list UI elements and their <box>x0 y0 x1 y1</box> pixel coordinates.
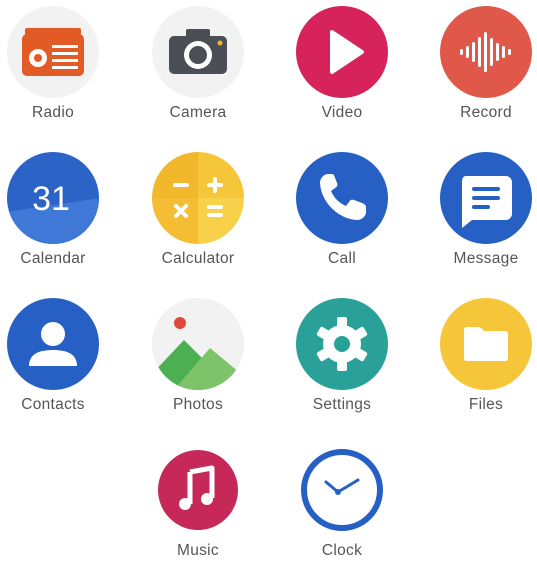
calculator-icon <box>150 150 246 246</box>
app-files[interactable]: Files <box>426 296 537 426</box>
app-label: Photos <box>172 396 224 413</box>
app-settings[interactable]: Settings <box>282 296 402 426</box>
message-icon <box>438 150 534 246</box>
app-label: Calculator <box>161 250 235 267</box>
app-radio[interactable]: Radio <box>0 4 113 134</box>
app-contacts[interactable]: Contacts <box>0 296 113 426</box>
app-video[interactable]: Video <box>282 4 402 134</box>
app-record[interactable]: Record <box>426 4 537 134</box>
app-label: Camera <box>169 104 227 121</box>
clock-icon <box>294 442 390 538</box>
app-label: Radio <box>32 104 74 121</box>
folder-icon <box>438 296 534 392</box>
app-calendar[interactable]: 31 Calendar <box>0 150 113 280</box>
app-label: Settings <box>312 396 372 413</box>
app-label: Files <box>468 396 504 413</box>
settings-gear-icon <box>294 296 390 392</box>
app-label: Call <box>328 250 356 267</box>
app-calculator[interactable]: Calculator <box>138 150 258 280</box>
app-camera[interactable]: Camera <box>138 4 258 134</box>
app-label: Message <box>453 250 519 267</box>
photos-landscape-icon <box>150 296 246 392</box>
app-message[interactable]: Message <box>426 150 537 280</box>
app-call[interactable]: Call <box>282 150 402 280</box>
app-photos[interactable]: Photos <box>138 296 258 426</box>
app-label: Record <box>460 104 512 121</box>
calendar-date: 31 <box>32 180 70 218</box>
app-clock[interactable]: Clock <box>282 442 402 561</box>
app-label: Music <box>177 542 219 559</box>
video-play-icon <box>294 4 390 100</box>
music-note-icon <box>150 442 246 538</box>
radio-icon <box>5 4 101 100</box>
contact-person-icon <box>5 296 101 392</box>
app-label: Calendar <box>20 250 86 267</box>
camera-icon <box>150 4 246 100</box>
phone-icon <box>294 150 390 246</box>
app-label: Clock <box>321 542 363 559</box>
calendar-icon: 31 <box>5 150 101 246</box>
app-label: Video <box>321 104 363 121</box>
app-label: Contacts <box>21 396 85 413</box>
record-waveform-icon <box>438 4 534 100</box>
app-music[interactable]: Music <box>138 442 258 561</box>
